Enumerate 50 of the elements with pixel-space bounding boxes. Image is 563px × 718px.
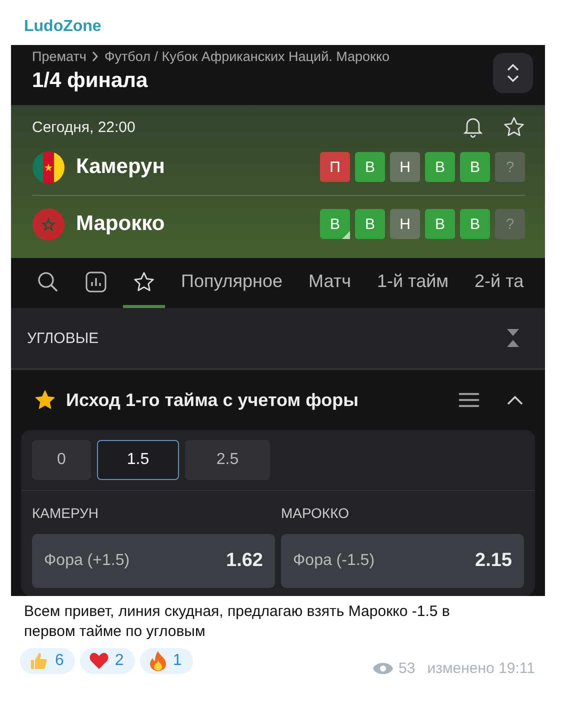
handicap-line-button[interactable]: 1.5 <box>97 440 179 480</box>
message-text: Всем привет, линия скудная, предлагаю взять Марокко -1.5 в первом тайме по угловым <box>24 602 451 642</box>
up-down-chevron-icon <box>506 63 520 83</box>
form-result-badge: В <box>320 209 350 239</box>
odds-button[interactable]: Фора (+1.5) 1.62 <box>32 534 275 588</box>
tab[interactable]: Популярное <box>171 258 293 308</box>
form-result-badge: В <box>425 152 455 182</box>
form-result-badge: ? <box>495 209 525 239</box>
form-result-badge: В <box>460 209 490 239</box>
team-name: Камерун <box>76 155 166 179</box>
team-label: КАМЕРУН <box>32 505 100 521</box>
handicap-line-button[interactable]: 0 <box>32 440 91 480</box>
form-result-badge: В <box>425 209 455 239</box>
market-title: Исход 1-го тайма с учетом форы <box>66 390 360 410</box>
search-icon <box>37 270 59 292</box>
star-icon[interactable] <box>503 116 525 138</box>
match-time: Сегодня, 22:00 <box>32 118 136 136</box>
edited-time: изменено 19:11 <box>427 660 535 677</box>
breadcrumb-item[interactable]: Прематч <box>32 49 86 64</box>
bar-chart-icon <box>85 270 107 292</box>
team-name: Марокко <box>76 212 166 236</box>
star-icon[interactable] <box>34 389 56 411</box>
form-result-badge: П <box>320 152 350 182</box>
form-result-badge: В <box>355 152 385 182</box>
tab[interactable]: Матч <box>298 258 361 308</box>
expand-button[interactable] <box>493 53 533 93</box>
form-result-badge: Н <box>390 209 420 239</box>
form-result-badge: Н <box>390 152 420 182</box>
star-icon <box>133 270 155 292</box>
thumbs-up-icon <box>29 651 49 671</box>
form-result-badge: В <box>355 209 385 239</box>
view-count: 53 <box>398 660 416 677</box>
tab[interactable]: 2-й та <box>464 258 534 308</box>
team-label: МАРОККО <box>281 505 350 521</box>
bell-icon[interactable] <box>463 116 483 138</box>
form-result-badge: ? <box>495 152 525 182</box>
odds-button[interactable]: Фора (-1.5) 2.15 <box>281 534 524 588</box>
tab[interactable]: 1-й тайм <box>366 258 459 308</box>
page-title: 1/4 финала <box>32 69 149 93</box>
form-result-badge: В <box>460 152 490 182</box>
section-title: УГЛОВЫЕ <box>27 330 99 346</box>
chevron-up-icon[interactable] <box>507 395 523 405</box>
collapse-all-icon[interactable] <box>506 328 520 348</box>
heart-icon <box>88 652 109 670</box>
breadcrumb-item[interactable]: Футбол / Кубок Африканских Наций. Марокко <box>104 49 390 64</box>
handicap-line-button[interactable]: 2.5 <box>185 440 270 480</box>
eye-icon <box>372 662 393 675</box>
menu-icon[interactable] <box>459 392 479 408</box>
flame-icon <box>148 651 167 671</box>
chevron-right-icon <box>91 51 100 62</box>
